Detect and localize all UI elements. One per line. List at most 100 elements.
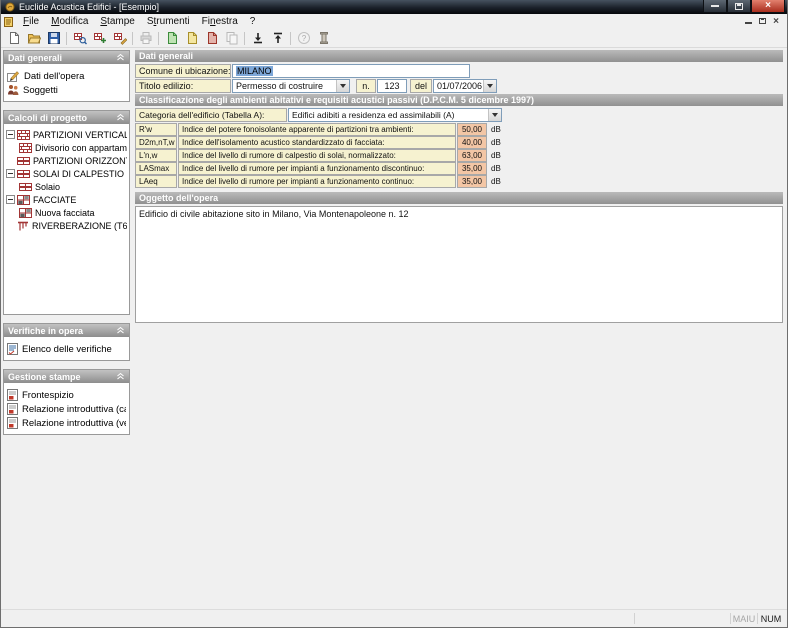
mdi-minimize-button[interactable] [745,16,752,27]
new-icon[interactable] [4,30,23,47]
arrow-up-icon[interactable] [268,30,287,47]
section-header-oggetto: Oggetto dell'opera [135,192,783,204]
data-value: 01/07/2006 [437,81,483,91]
tree-item-divisorio[interactable]: Divisorio con appartamento [6,141,127,154]
tree-item-riverberazione[interactable]: RIVERBERAZIONE (T60) [6,219,127,232]
requisito-code: LASmax [135,162,177,175]
collapse-chevron-icon[interactable] [116,372,125,381]
restore-button[interactable] [727,0,751,13]
sidebar-item-label: Soggetti [23,85,58,96]
requisito-desc: Indice del livello di rumore per impiant… [178,175,456,188]
sidebar-item-dati-dellopera[interactable]: Dati dell'opera [7,69,126,83]
sidebar-item-frontespizio[interactable]: Frontespizio [7,388,126,402]
tree-item-facciate[interactable]: FACCIATE [6,193,127,206]
find-icon[interactable] [70,30,89,47]
menu-stampe[interactable]: Stampe [94,15,140,28]
tree-collapse-box[interactable] [6,130,15,139]
menu-finestra[interactable]: Finestra [196,15,244,28]
sidebar-item-label: Elenco delle verifiche [22,344,112,355]
sidebar-item-relazione-verifiche[interactable]: Relazione introduttiva (verifiche) [7,416,126,430]
print-icon[interactable] [136,30,155,47]
open-icon[interactable] [24,30,43,47]
doc-red-icon[interactable] [202,30,221,47]
titolo-select[interactable]: Permesso di costruire [232,79,350,93]
panel-title: Dati generali [8,53,62,63]
requisito-value-field[interactable]: 50,00 [457,123,487,136]
find-edit-icon[interactable] [110,30,129,47]
unit-label: dB [488,136,501,149]
help-icon[interactable]: ? [294,30,313,47]
toolbar-separator [132,32,133,45]
panel-title: Verifiche in opera [8,326,83,336]
print-page-icon [7,403,18,415]
sidebar-item-elenco-verifiche[interactable]: Elenco delle verifiche [7,342,126,356]
requisito-code: L'n,w [135,149,177,162]
tree-collapse-box[interactable] [6,195,15,204]
numero-input[interactable]: 123 [377,79,407,93]
menu-label: rumenti [156,16,189,27]
oggetto-textarea[interactable]: Edificio di civile abitazione sito in Mi… [135,206,783,323]
tree-item-solaio[interactable]: Solaio [6,180,127,193]
data-select[interactable]: 01/07/2006 [433,79,497,93]
tree-item-label: PARTIZIONI ORIZZONTALI [33,156,127,166]
arrow-down-icon[interactable] [248,30,267,47]
edit-icon [7,70,20,82]
requisito-value-field[interactable]: 35,00 [457,162,487,175]
sidebar-item-relazione-calcoli[interactable]: Relazione introduttiva (calcoli) [7,402,126,416]
tree-item-partizioni-orizzontali[interactable]: PARTIZIONI ORIZZONTALI [6,154,127,167]
chevron-down-icon[interactable] [336,80,349,92]
panel-header-verifiche[interactable]: Verifiche in opera [4,324,129,337]
window-controls: × [703,0,785,13]
sidebar: Dati generali Dati dell'opera [3,50,130,609]
panel-header-dati-generali[interactable]: Dati generali [4,51,129,64]
panel-header-gestione-stampe[interactable]: Gestione stampe [4,370,129,383]
column-icon[interactable] [314,30,333,47]
menu-help[interactable]: ? [244,15,262,28]
doc-yellow-icon[interactable] [182,30,201,47]
slab-icon [17,156,30,166]
requisito-value-field[interactable]: 63,00 [457,149,487,162]
menu-file[interactable]: File [17,15,45,28]
reverb-icon [17,221,29,231]
requisito-desc: Indice del livello di rumore per impiant… [178,162,456,175]
tree-collapse-box[interactable] [6,169,15,178]
application-window: Euclide Acustica Edifici - [Esempio] × F… [0,0,788,628]
tree-item-label: Solaio [35,182,60,192]
menu-bar: File Modifica Stampe Strumenti Finestra … [1,14,787,29]
tree-item-label: FACCIATE [33,195,76,205]
menu-label: ? [250,16,256,27]
copy-doc-icon[interactable] [222,30,241,47]
chevron-down-icon[interactable] [483,80,496,92]
mdi-restore-button[interactable] [759,16,766,27]
collapse-chevron-icon[interactable] [116,326,125,335]
toolbar-separator [244,32,245,45]
requisito-value-field[interactable]: 35,00 [457,175,487,188]
tree-item-solai-di-calpestio[interactable]: SOLAI DI CALPESTIO [6,167,127,180]
menu-strumenti[interactable]: Strumenti [141,15,196,28]
wall-icon [19,143,32,153]
caps-lock-indicator: MAIU [731,614,757,624]
minimize-button[interactable] [703,0,727,13]
tree-item-partizioni-verticali[interactable]: PARTIZIONI VERTICALI [6,128,127,141]
collapse-chevron-icon[interactable] [116,113,125,122]
save-icon[interactable] [44,30,63,47]
menu-modifica[interactable]: Modifica [45,15,94,28]
requisito-value-field[interactable]: 40,00 [457,136,487,149]
toolbar-separator [158,32,159,45]
close-button[interactable]: × [751,0,785,13]
doc-green-icon[interactable] [162,30,181,47]
app-icon[interactable] [5,2,15,12]
comune-input[interactable]: MILANO [232,64,470,78]
mdi-close-button[interactable]: × [773,18,779,26]
requisito-desc: Indice del livello di rumore di calpesti… [178,149,456,162]
toolbar-separator [290,32,291,45]
panel-header-calcoli[interactable]: Calcoli di progetto [4,111,129,124]
tree-item-nuova-facciata[interactable]: Nuova facciata [6,206,127,219]
sidebar-item-soggetti[interactable]: Soggetti [7,83,126,97]
collapse-chevron-icon[interactable] [116,53,125,62]
chevron-down-icon[interactable] [488,109,501,121]
panel-body: Elenco delle verifiche [4,337,129,360]
find-add-icon[interactable] [90,30,109,47]
document-system-icon[interactable] [4,17,13,27]
categoria-select[interactable]: Edifici adibiti a residenza ed assimilab… [288,108,502,122]
